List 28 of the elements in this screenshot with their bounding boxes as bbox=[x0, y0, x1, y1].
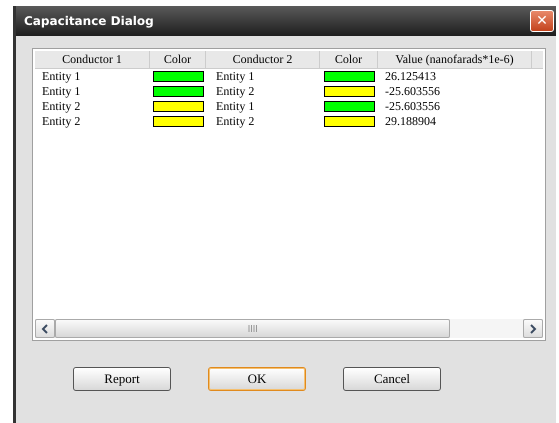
scroll-thumb[interactable] bbox=[55, 319, 450, 338]
column-header[interactable]: Conductor 1 bbox=[35, 51, 150, 68]
table-cell-text: Entity 2 bbox=[41, 99, 82, 114]
table-cell-text: Entity 1 bbox=[215, 99, 256, 114]
table-cell-text: -25.603556 bbox=[384, 99, 441, 114]
horizontal-scrollbar[interactable] bbox=[35, 319, 543, 338]
chevron-right-icon bbox=[529, 324, 537, 334]
column-header[interactable]: Conductor 2 bbox=[206, 51, 320, 68]
chevron-left-icon bbox=[41, 324, 49, 334]
table-cell-text: Entity 1 bbox=[41, 69, 82, 84]
column-header[interactable]: Color bbox=[320, 51, 378, 68]
table-cell-text: Entity 1 bbox=[215, 69, 256, 84]
dialog-button[interactable]: OK bbox=[208, 367, 306, 391]
scroll-left-button[interactable] bbox=[35, 319, 55, 338]
scroll-right-button[interactable] bbox=[523, 319, 543, 338]
grip-icon bbox=[248, 325, 258, 332]
window-title: Capacitance Dialog bbox=[24, 14, 154, 28]
table-cell-text: Entity 1 bbox=[41, 84, 82, 99]
table-cell-text: 29.188904 bbox=[384, 114, 437, 129]
table-cell-text: Entity 2 bbox=[215, 84, 256, 99]
column-header[interactable]: Color bbox=[150, 51, 206, 68]
table-cell-text: 26.125413 bbox=[384, 69, 437, 84]
column-header[interactable]: Value (nanofarads*1e-6) bbox=[378, 51, 532, 68]
dialog-button[interactable]: Cancel bbox=[343, 367, 441, 391]
dialog-button[interactable]: Report bbox=[73, 367, 171, 391]
table-cell-text: Entity 2 bbox=[41, 114, 82, 129]
table-cell-text: -25.603556 bbox=[384, 84, 441, 99]
table-cell-text: Entity 2 bbox=[215, 114, 256, 129]
